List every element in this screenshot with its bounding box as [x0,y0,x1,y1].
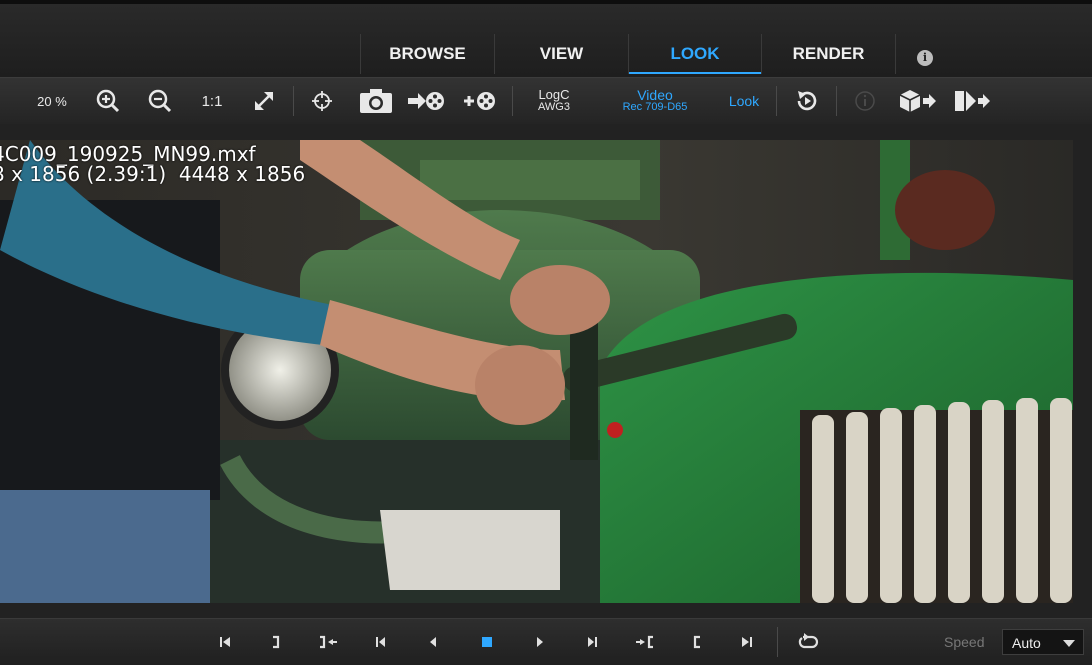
speed-value: Auto [1012,635,1041,651]
mark-in-icon[interactable] [684,629,710,655]
tab-browse[interactable]: BROWSE [360,34,494,74]
stop-icon[interactable] [474,629,500,655]
toolbar-separator [776,86,777,116]
tab-view[interactable]: VIEW [494,34,628,74]
fit-to-window-icon[interactable] [248,78,280,124]
go-to-mark-out-icon[interactable] [315,629,341,655]
viewer-toolbar: 20 % 1:1 LogC AWG3 Video Rec 709-D65 Loo… [0,77,1092,125]
export-cube-icon[interactable] [896,78,940,124]
video-frame[interactable]: 4C009_190925_MN99.mxf 8 x 1856 (2.39:1) 4… [0,140,1073,603]
speed-select[interactable]: Auto [1002,629,1084,655]
toolbar-separator [512,86,513,116]
tab-look[interactable]: LOOK [628,34,761,74]
speed-label: Speed [944,634,985,650]
add-reel-icon[interactable] [460,78,500,124]
input-colorspace-sub: AWG3 [538,101,570,113]
zoom-level: 20 % [37,93,67,109]
go-to-start-icon[interactable] [212,629,238,655]
go-to-end-icon[interactable] [734,629,760,655]
output-colorspace-name: Video [637,87,673,103]
clip-filename: 4C009_190925_MN99.mxf [0,142,256,166]
transport-separator [777,627,778,657]
history-icon[interactable] [790,78,824,124]
go-to-mark-in-icon[interactable] [632,629,658,655]
output-colorspace-sub: Rec 709-D65 [622,101,688,113]
toolbar-separator [293,86,294,116]
zoom-out-icon[interactable] [144,78,176,124]
export-look-icon[interactable] [950,78,994,124]
step-back-icon[interactable] [420,629,446,655]
play-icon[interactable] [527,629,553,655]
video-frame-image [0,140,1073,603]
camera-icon[interactable] [357,78,395,124]
next-clip-icon[interactable] [580,629,606,655]
mark-out-icon[interactable] [263,629,289,655]
input-colorspace-name: LogC [538,87,570,102]
input-colorspace-button[interactable]: LogC AWG3 [526,78,582,124]
output-colorspace-button[interactable]: Video Rec 709-D65 [612,78,698,124]
clip-info-overlay: 4C009_190925_MN99.mxf 8 x 1856 (2.39:1) 4… [0,144,305,184]
transport-bar: Speed Auto [0,618,1092,665]
look-button[interactable]: Look [722,78,766,124]
clip-resolution: 8 x 1856 (2.39:1) 4448 x 1856 [0,162,306,186]
zoom-one-to-one-button[interactable]: 1:1 [196,78,228,124]
zoom-in-icon[interactable] [92,78,124,124]
toolbar-separator [836,86,837,116]
viewer-area: 4C009_190925_MN99.mxf 8 x 1856 (2.39:1) 4… [0,124,1092,618]
info-icon[interactable]: i [917,50,933,66]
loop-icon[interactable] [795,629,821,655]
clip-info-icon [850,78,880,124]
crosshair-icon[interactable] [306,78,338,124]
main-tab-bar: BROWSE VIEW LOOK RENDER i [0,4,1092,77]
export-reel-icon[interactable] [405,78,447,124]
chevron-down-icon [1063,640,1075,647]
previous-clip-icon[interactable] [367,629,393,655]
tab-render[interactable]: RENDER [761,34,896,74]
